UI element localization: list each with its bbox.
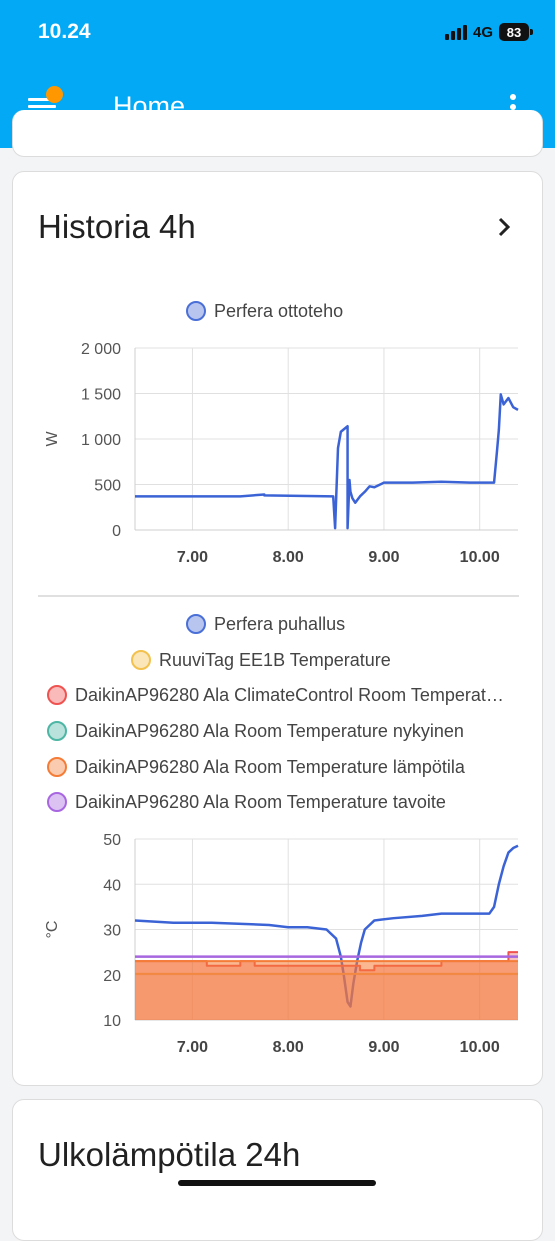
- network-type: 4G: [472, 23, 493, 41]
- legend-item-perfera-ottoteho[interactable]: Perfera ottoteho: [186, 299, 343, 323]
- legend-label: DaikinAP96280 Ala Room Temperature nykyi…: [75, 720, 464, 741]
- legend-label: Perfera puhallus: [214, 613, 346, 634]
- card-title[interactable]: Historia 4h: [38, 208, 196, 246]
- x-tick-label: 7.00: [177, 1039, 208, 1056]
- y-tick-label: 40: [103, 877, 121, 894]
- y-axis-label: W: [44, 431, 61, 447]
- previous-card: [12, 110, 543, 157]
- chevron-right-icon[interactable]: [493, 216, 515, 238]
- power-chart: 2 000 1 500 1 000 500 0 7.00 8.00 9.00 10.00 W: [44, 341, 519, 566]
- legend-label: Perfera ottoteho: [214, 300, 344, 321]
- legend-label: DaikinAP96280 Ala ClimateControl Room Te…: [75, 684, 507, 705]
- y-axis-label: °C: [44, 921, 61, 939]
- home-indicator: [178, 1180, 376, 1186]
- outdoor-temperature-card: Ulkolämpötila 24h: [12, 1099, 543, 1241]
- y-tick-label: 500: [94, 478, 121, 495]
- y-tick-label: 30: [103, 923, 121, 940]
- y-tick-label: 2 000: [81, 341, 121, 358]
- battery-icon: 83: [499, 23, 533, 41]
- y-tick-label: 20: [103, 968, 121, 985]
- legend-swatch: [47, 685, 67, 705]
- status-icons: 4G 83: [444, 20, 533, 44]
- legend-item-ruuvitag-temperature[interactable]: RuuviTag EE1B Temperature: [131, 648, 391, 672]
- x-tick-label: 10.00: [460, 1039, 500, 1056]
- y-tick-label: 0: [112, 523, 121, 540]
- legend-item-room-temperature-lampotila[interactable]: DaikinAP96280 Ala Room Temperature lämpö…: [47, 755, 507, 779]
- battery-level: 83: [506, 24, 522, 40]
- x-tick-label: 9.00: [368, 1039, 399, 1056]
- y-tick-label: 1 500: [81, 387, 121, 404]
- legend-swatch: [47, 792, 67, 812]
- x-tick-label: 9.00: [368, 549, 399, 566]
- legend-item-room-temperature-nykyinen[interactable]: DaikinAP96280 Ala Room Temperature nykyi…: [47, 719, 507, 743]
- legend-swatch: [47, 757, 67, 777]
- legend-swatch: [47, 721, 67, 741]
- legend-swatch: [186, 614, 206, 634]
- legend-label: DaikinAP96280 Ala Room Temperature tavoi…: [75, 791, 446, 812]
- y-tick-label: 10: [103, 1013, 121, 1030]
- y-tick-label: 50: [103, 832, 121, 849]
- legend-swatch: [186, 301, 206, 321]
- legend-item-climatecontrol-room-temperature[interactable]: DaikinAP96280 Ala ClimateControl Room Te…: [47, 683, 507, 707]
- x-tick-label: 7.00: [177, 549, 208, 566]
- chart-divider: [38, 595, 519, 597]
- history-card: Historia 4h Perfera ottoteho 2 000 1 500 1…: [12, 171, 543, 1086]
- signal-icon: [444, 24, 467, 40]
- x-tick-label: 10.00: [460, 549, 500, 566]
- legend-item-room-temperature-tavoite[interactable]: DaikinAP96280 Ala Room Temperature tavoi…: [47, 790, 507, 814]
- legend-swatch: [131, 650, 151, 670]
- card-title[interactable]: Ulkolämpötila 24h: [38, 1136, 300, 1174]
- status-time: 10.24: [38, 20, 91, 43]
- legend-label: DaikinAP96280 Ala Room Temperature lämpö…: [75, 756, 465, 777]
- x-tick-label: 8.00: [273, 549, 304, 566]
- series-area: [135, 961, 518, 1020]
- x-tick-label: 8.00: [273, 1039, 304, 1056]
- temperature-chart: 50 40 30 20 10 7.00 8.00 9.00 10.00 °C: [44, 832, 519, 1056]
- y-tick-label: 1 000: [81, 432, 121, 449]
- legend-item-perfera-puhallus[interactable]: Perfera puhallus: [186, 612, 345, 636]
- notification-badge: [46, 86, 63, 103]
- legend-label: RuuviTag EE1B Temperature: [159, 649, 391, 670]
